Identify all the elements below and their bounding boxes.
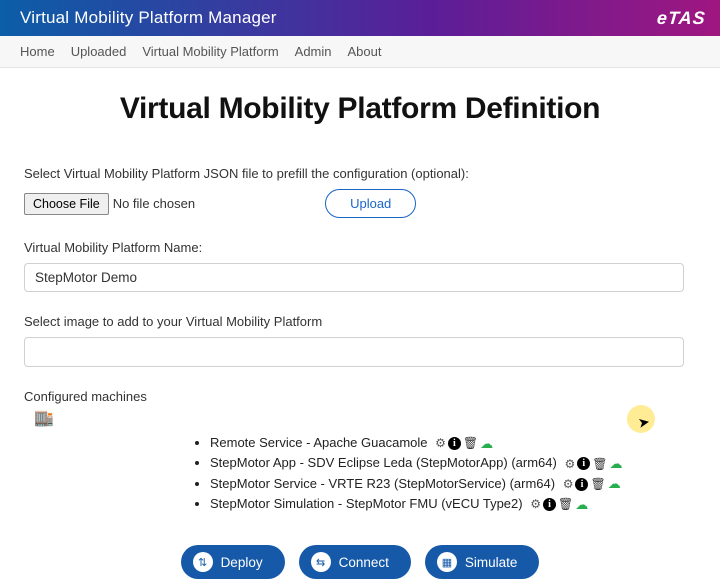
- machine-actions: ⚙ i 🗑 ☁: [563, 475, 621, 493]
- brand-logo: eTAS: [656, 8, 707, 29]
- cloud-icon[interactable]: ☁: [575, 496, 588, 514]
- main-nav: Home Uploaded Virtual Mobility Platform …: [0, 36, 720, 68]
- machine-text: StepMotor App - SDV Eclipse Leda (StepMo…: [210, 455, 557, 470]
- list-item: StepMotor Simulation - StepMotor FMU (vE…: [210, 495, 696, 513]
- machine-text: StepMotor Simulation - StepMotor FMU (vE…: [210, 496, 523, 511]
- list-item: Remote Service - Apache Guacamole ⚙ i 🗑 …: [210, 434, 696, 452]
- app-header: Virtual Mobility Platform Manager eTAS: [0, 0, 720, 36]
- trash-icon[interactable]: 🗑: [590, 476, 605, 492]
- deploy-icon: ⇅: [193, 552, 213, 572]
- gear-icon[interactable]: ⚙: [564, 456, 575, 472]
- info-icon[interactable]: i: [575, 478, 588, 491]
- cloud-icon[interactable]: ☁: [608, 475, 621, 493]
- cloud-icon[interactable]: ☁: [480, 435, 493, 453]
- deploy-label: Deploy: [221, 555, 263, 570]
- vmp-name-label: Virtual Mobility Platform Name:: [24, 240, 696, 255]
- info-icon[interactable]: i: [448, 437, 461, 450]
- nav-about[interactable]: About: [348, 44, 382, 59]
- simulate-label: Simulate: [465, 555, 518, 570]
- nav-uploaded[interactable]: Uploaded: [71, 44, 127, 59]
- image-select-label: Select image to add to your Virtual Mobi…: [24, 314, 696, 329]
- list-item: StepMotor Service - VRTE R23 (StepMotorS…: [210, 475, 696, 493]
- simulate-button[interactable]: ▦ Simulate: [425, 545, 540, 579]
- file-select-row: Choose File No file chosen Upload: [24, 189, 696, 218]
- gear-icon[interactable]: ⚙: [530, 496, 541, 512]
- upload-button[interactable]: Upload: [325, 189, 416, 218]
- configured-machines-label: Configured machines: [24, 389, 696, 404]
- machine-list: Remote Service - Apache Guacamole ⚙ i 🗑 …: [210, 434, 696, 513]
- list-item: StepMotor App - SDV Eclipse Leda (StepMo…: [210, 454, 696, 472]
- connect-icon: ⇆: [311, 552, 331, 572]
- main-content: Virtual Mobility Platform Definition Sel…: [0, 68, 720, 587]
- deploy-button[interactable]: ⇅ Deploy: [181, 545, 285, 579]
- machine-actions: ⚙ i 🗑 ☁: [435, 435, 493, 453]
- trash-icon[interactable]: 🗑: [558, 496, 573, 512]
- gear-icon[interactable]: ⚙: [435, 435, 446, 451]
- connect-button[interactable]: ⇆ Connect: [299, 545, 411, 579]
- gear-icon[interactable]: ⚙: [563, 476, 574, 492]
- nav-admin[interactable]: Admin: [295, 44, 332, 59]
- page-title: Virtual Mobility Platform Definition: [24, 92, 696, 126]
- store-icon[interactable]: 🏬: [34, 408, 696, 428]
- machine-actions: ⚙ i 🗑 ☁: [564, 455, 622, 473]
- vmp-name-input[interactable]: [24, 263, 684, 292]
- info-icon[interactable]: i: [543, 498, 556, 511]
- nav-home[interactable]: Home: [20, 44, 55, 59]
- connect-label: Connect: [339, 555, 389, 570]
- no-file-text: No file chosen: [113, 196, 195, 211]
- choose-file-button[interactable]: Choose File: [24, 193, 109, 215]
- machine-text: StepMotor Service - VRTE R23 (StepMotorS…: [210, 476, 555, 491]
- app-title: Virtual Mobility Platform Manager: [20, 8, 277, 28]
- trash-icon[interactable]: 🗑: [592, 456, 607, 472]
- simulate-icon: ▦: [437, 552, 457, 572]
- file-select-label: Select Virtual Mobility Platform JSON fi…: [24, 166, 696, 181]
- trash-icon[interactable]: 🗑: [463, 435, 478, 451]
- image-select-input[interactable]: [24, 337, 684, 367]
- machine-text: Remote Service - Apache Guacamole: [210, 435, 428, 450]
- info-icon[interactable]: i: [577, 457, 590, 470]
- nav-vmp[interactable]: Virtual Mobility Platform: [142, 44, 278, 59]
- machine-actions: ⚙ i 🗑 ☁: [530, 496, 588, 514]
- action-row: ⇅ Deploy ⇆ Connect ▦ Simulate: [24, 545, 696, 579]
- cloud-icon[interactable]: ☁: [609, 455, 622, 473]
